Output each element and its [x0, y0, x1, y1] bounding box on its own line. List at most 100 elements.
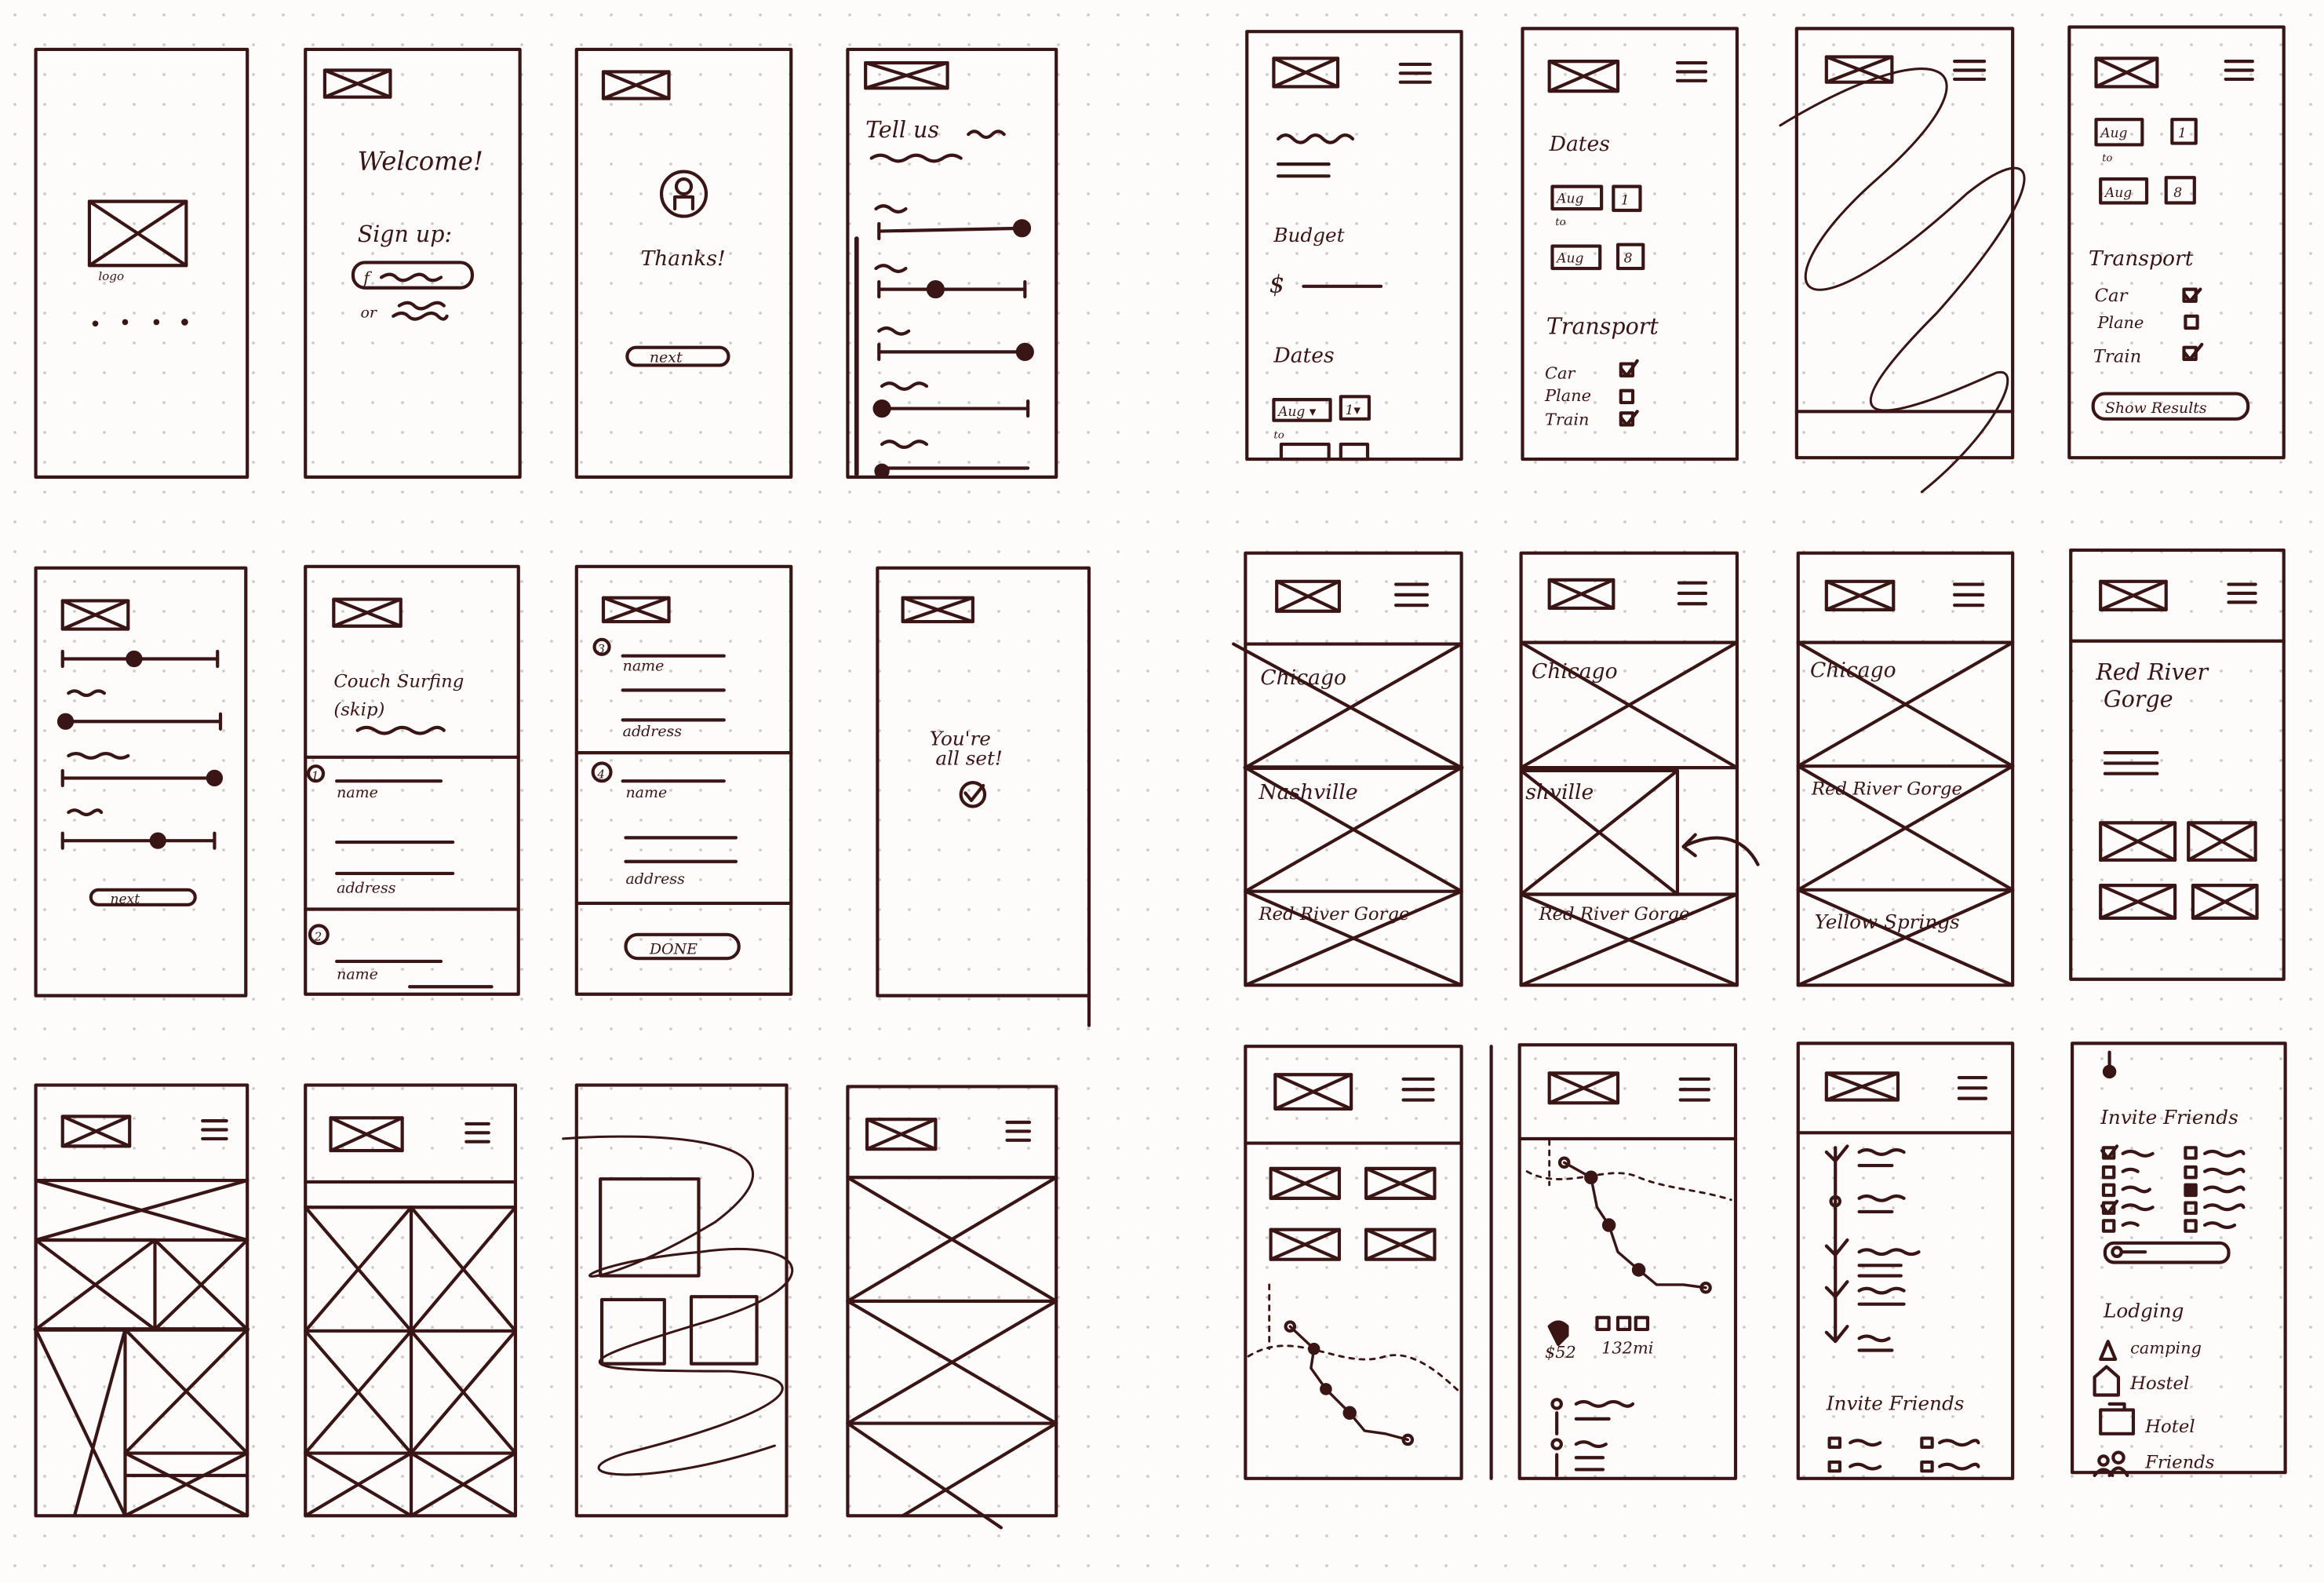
- menu-hamburger-icon[interactable]: [1675, 60, 1708, 82]
- result-card-yellow-springs[interactable]: Yellow Springs: [1796, 888, 2015, 987]
- preference-slider-4[interactable]: [872, 381, 1030, 418]
- transport-plane-option[interactable]: Plane: [1544, 386, 1635, 405]
- result-card-chicago[interactable]: Chicago: [1796, 640, 2015, 768]
- transport-train-option[interactable]: Train: [2093, 342, 2204, 367]
- photo-thumbnail-icon[interactable]: [2191, 884, 2259, 920]
- sketch-sheet: logo Welcome! Sign up: f or Thanks! next…: [33, 25, 2287, 1530]
- menu-hamburger-icon[interactable]: [1394, 582, 1430, 607]
- list-tile[interactable]: [846, 1299, 1058, 1425]
- grid-tile[interactable]: [34, 1178, 250, 1242]
- transport-car-option[interactable]: Car: [2095, 286, 2202, 306]
- budget-input[interactable]: $: [1269, 271, 1383, 298]
- lodging-option-friends[interactable]: Friends: [2093, 1450, 2215, 1478]
- show-results-button[interactable]: Show Results: [2091, 392, 2250, 421]
- logo-icon: [1547, 60, 1620, 93]
- photo-thumbnail-icon[interactable]: [1269, 1166, 1342, 1200]
- back-pin-icon[interactable]: [2102, 1050, 2117, 1079]
- result-card-nashville[interactable]: Nashville: [1244, 766, 1463, 893]
- photo-thumbnail-icon[interactable]: [2187, 821, 2257, 862]
- lodging-option-hotel[interactable]: Hotel: [2099, 1402, 2195, 1437]
- grid-tile[interactable]: [123, 1451, 250, 1518]
- transport-train-option[interactable]: Train: [1545, 410, 1639, 429]
- end-month-select[interactable]: Aug: [2099, 177, 2149, 205]
- grid-tile[interactable]: [34, 1238, 157, 1332]
- menu-hamburger-icon[interactable]: [1005, 1120, 1032, 1142]
- end-day-select[interactable]: 8: [2164, 176, 2196, 205]
- done-button[interactable]: DONE: [624, 932, 741, 961]
- preference-slider-1[interactable]: [874, 204, 1032, 241]
- preference-slider-4[interactable]: [60, 831, 217, 850]
- month-select[interactable]: Aug ▾: [1272, 398, 1332, 422]
- number-badge-icon: 1: [306, 764, 326, 782]
- menu-hamburger-icon[interactable]: [2227, 582, 2257, 604]
- preference-slider-3[interactable]: [60, 768, 224, 787]
- result-card-red-river-gorge[interactable]: Red River Gorge: [1796, 764, 2015, 892]
- preference-slider-2[interactable]: [56, 712, 223, 731]
- grid-tile[interactable]: [153, 1238, 250, 1332]
- grid-tile[interactable]: [409, 1329, 518, 1455]
- result-card-chicago[interactable]: Chicago: [1232, 642, 1463, 770]
- next-button[interactable]: next: [625, 345, 730, 367]
- next-button[interactable]: next: [89, 888, 197, 907]
- transport-plane-option[interactable]: Plane: [2096, 313, 2199, 332]
- menu-hamburger-icon[interactable]: [2224, 60, 2254, 82]
- result-card-chicago[interactable]: Chicago: [1519, 640, 1739, 770]
- done-label: DONE: [649, 940, 698, 957]
- route-map[interactable]: [1247, 1283, 1463, 1446]
- frame-destination-detail: Red River Gorge: [2069, 548, 2286, 981]
- menu-hamburger-icon[interactable]: [1401, 1077, 1435, 1102]
- lodging-option-hostel[interactable]: Hostel: [2093, 1365, 2190, 1397]
- menu-hamburger-icon[interactable]: [1953, 582, 1985, 607]
- start-month-select[interactable]: Aug: [2094, 118, 2144, 147]
- end-month-select[interactable]: Aug: [1550, 244, 1602, 271]
- day-select[interactable]: 1▾: [1339, 395, 1371, 421]
- menu-hamburger-icon[interactable]: [1677, 581, 1708, 606]
- grid-tile[interactable]: [304, 1329, 413, 1455]
- email-signup-link[interactable]: [392, 301, 449, 321]
- logo-icon: [2094, 57, 2159, 89]
- friend-checkbox-list[interactable]: [1827, 1436, 1980, 1473]
- menu-hamburger-icon[interactable]: [1957, 1075, 1988, 1100]
- start-day-select[interactable]: 1: [1612, 184, 1642, 213]
- grid-tile[interactable]: [304, 1205, 413, 1333]
- frame-preferences: next: [34, 566, 248, 998]
- frame-invite-lodging: Invite Friends Lodging camping Hostel Ho…: [2071, 1041, 2287, 1478]
- result-card-red-river-gorge[interactable]: Red River Gorge: [1244, 889, 1463, 987]
- photo-thumbnail-icon[interactable]: [1364, 1166, 1437, 1200]
- menu-hamburger-icon[interactable]: [201, 1119, 228, 1140]
- photo-thumbnail-icon[interactable]: [2099, 821, 2177, 862]
- friend-search-input[interactable]: [2103, 1241, 2231, 1264]
- menu-hamburger-icon[interactable]: [464, 1122, 490, 1143]
- address-field[interactable]: [335, 840, 455, 876]
- itinerary-timeline: [1824, 1144, 1921, 1352]
- transport-car-option[interactable]: Car: [1545, 359, 1639, 383]
- result-card-nashville-swiping[interactable]: shville: [1519, 768, 1680, 896]
- skip-link[interactable]: (skip): [333, 700, 384, 720]
- start-day-select[interactable]: 1: [2170, 118, 2198, 145]
- photo-thumbnail-icon[interactable]: [1269, 1227, 1342, 1261]
- lodging-option-camping[interactable]: camping: [2099, 1338, 2202, 1362]
- preference-slider-2[interactable]: [874, 264, 1027, 299]
- end-day-select[interactable]: 8: [1616, 243, 1645, 271]
- menu-hamburger-icon[interactable]: [1398, 62, 1432, 84]
- route-map[interactable]: [1525, 1139, 1732, 1294]
- list-tile[interactable]: [846, 1176, 1058, 1303]
- grid-tile[interactable]: [409, 1205, 518, 1333]
- grid-tile[interactable]: [409, 1451, 518, 1518]
- start-month-select[interactable]: Aug: [1550, 184, 1604, 211]
- start-month-value: Aug: [1555, 191, 1583, 207]
- menu-hamburger-icon[interactable]: [1678, 1077, 1710, 1102]
- result-card-red-river-gorge[interactable]: Red River Gorge: [1519, 892, 1739, 987]
- facebook-signup-button[interactable]: f: [351, 261, 474, 290]
- frame-splash: logo: [34, 47, 250, 479]
- preference-slider-1[interactable]: [60, 649, 220, 669]
- preference-slider-3[interactable]: [877, 326, 1034, 361]
- preference-slider-5[interactable]: [874, 440, 1030, 479]
- photo-thumbnail-icon[interactable]: [1364, 1227, 1437, 1261]
- grid-tile[interactable]: [304, 1451, 413, 1518]
- friend-checkbox-list[interactable]: [2100, 1144, 2246, 1233]
- grid-tile[interactable]: [34, 1327, 127, 1518]
- grid-tile[interactable]: [123, 1327, 250, 1455]
- list-tile[interactable]: [846, 1421, 1058, 1530]
- photo-thumbnail-icon[interactable]: [2099, 884, 2177, 920]
